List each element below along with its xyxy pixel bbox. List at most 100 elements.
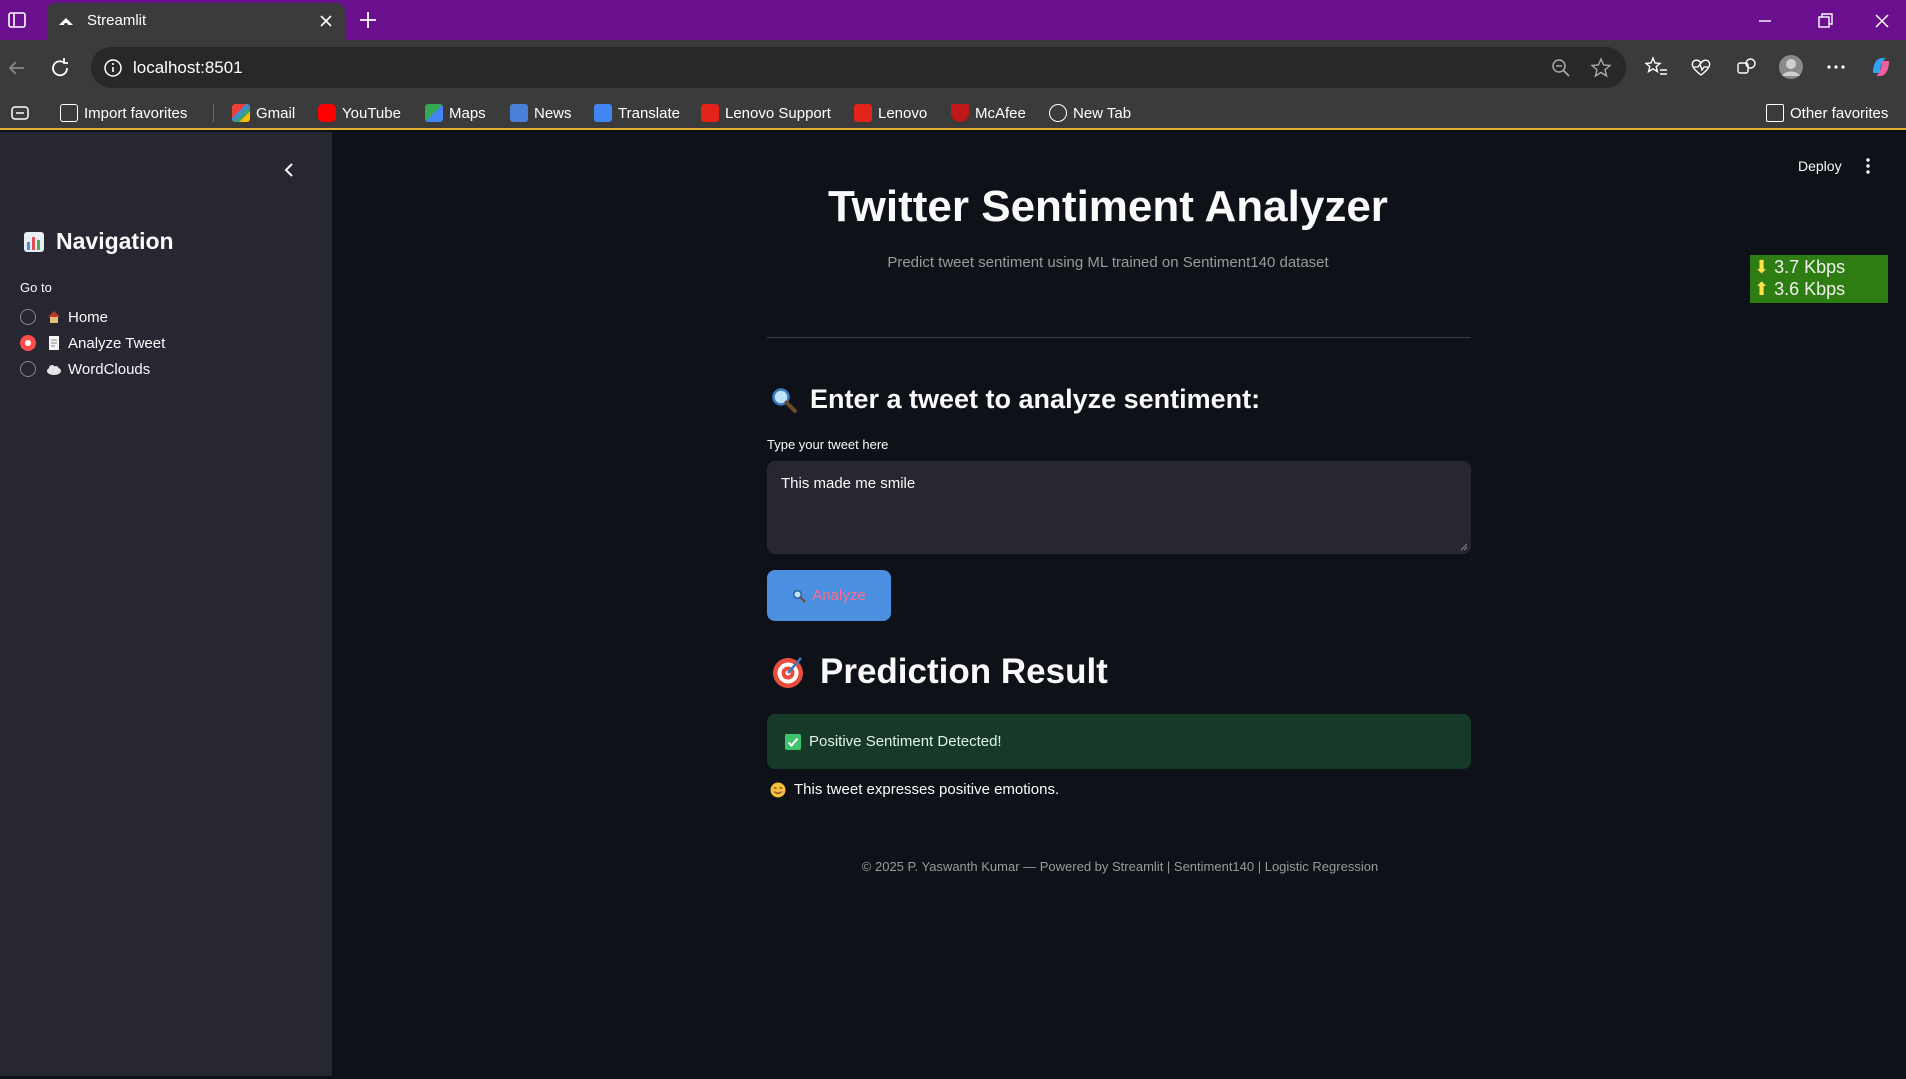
sidebar-title: Navigation: [22, 228, 174, 255]
import-icon: [60, 104, 78, 122]
bookmark-label: New Tab: [1073, 104, 1132, 122]
folder-icon: [1766, 104, 1784, 122]
success-alert: Positive Sentiment Detected!: [767, 714, 1471, 769]
memo-icon: [49, 336, 59, 350]
divider: [767, 337, 1471, 338]
url-text[interactable]: localhost:8501: [133, 58, 243, 78]
footer: © 2025 P. Yaswanth Kumar — Powered by St…: [861, 859, 1379, 874]
bookmark-lenovo[interactable]: Lenovo: [854, 101, 927, 125]
favorites-icon[interactable]: [1642, 53, 1670, 81]
streamlit-page: Navigation Go to Home Analyze Tweet Word…: [0, 132, 1906, 1079]
upload-speed: ⬆ 3.6 Kbps: [1754, 278, 1884, 300]
youtube-icon: [318, 104, 336, 122]
radio-label: WordClouds: [68, 360, 151, 378]
network-speed-meter: ⬇ 3.7 Kbps ⬆ 3.6 Kbps: [1750, 255, 1888, 303]
cloud-icon: [47, 365, 61, 375]
maps-icon: [425, 104, 443, 122]
input-heading-text: Enter a tweet to analyze sentiment:: [810, 384, 1261, 414]
tweet-textarea-value[interactable]: This made me smile: [781, 475, 915, 492]
page-title: Twitter Sentiment Analyzer: [828, 182, 1388, 231]
radio-group-label: Go to: [20, 280, 52, 295]
tweet-textarea[interactable]: This made me smile: [767, 461, 1471, 554]
radio-option-home[interactable]: Home: [20, 306, 108, 328]
input-heading: Enter a tweet to analyze sentiment:: [770, 384, 1260, 415]
reload-icon[interactable]: [47, 55, 73, 81]
mcafee-icon: [951, 104, 969, 122]
globe-icon: [1049, 104, 1067, 122]
bookmark-youtube[interactable]: YouTube: [318, 101, 401, 125]
analyze-button-label: Analyze: [812, 587, 866, 604]
zoom-out-icon[interactable]: [1549, 56, 1573, 80]
bar-chart-icon: [24, 231, 44, 252]
result-info: This tweet expresses positive emotions.: [770, 781, 1059, 798]
sidebar-title-text: Navigation: [56, 228, 174, 254]
radio-button[interactable]: [20, 309, 36, 325]
radio-label: Home: [68, 308, 109, 326]
gmail-icon: [232, 104, 250, 122]
bookmark-gmail[interactable]: Gmail: [232, 101, 295, 125]
reading-view-icon[interactable]: [10, 101, 30, 125]
close-tab-icon[interactable]: [317, 12, 335, 30]
close-window-icon[interactable]: [1871, 10, 1893, 32]
magnifier-icon: [793, 589, 807, 603]
bookmark-label: McAfee: [975, 104, 1026, 122]
site-info-icon[interactable]: [101, 56, 125, 80]
bookmark-label: Other favorites: [1790, 104, 1889, 122]
radio-button[interactable]: [20, 361, 36, 377]
smiling-face-icon: [770, 782, 786, 797]
browser-tab[interactable]: Streamlit: [47, 3, 345, 40]
news-icon: [510, 104, 528, 122]
radio-option-analyze-tweet[interactable]: Analyze Tweet: [20, 332, 165, 354]
radio-button[interactable]: [20, 335, 36, 351]
profile-avatar-icon[interactable]: [1777, 53, 1805, 81]
resize-handle-icon[interactable]: [1460, 543, 1468, 551]
bookmark-news[interactable]: News: [510, 101, 572, 125]
favorite-star-icon[interactable]: [1589, 56, 1613, 80]
copilot-icon[interactable]: [1867, 53, 1895, 81]
house-icon: [48, 311, 60, 323]
browser-titlebar: Streamlit: [0, 0, 1906, 40]
upload-speed-value: 3.6 Kbps: [1774, 279, 1846, 299]
bookmark-mcafee[interactable]: McAfee: [951, 101, 1026, 125]
bookmark-label: YouTube: [342, 104, 401, 122]
page-subtitle: Predict tweet sentiment using ML trained…: [887, 254, 1329, 271]
deploy-button[interactable]: Deploy: [1798, 158, 1842, 174]
back-icon[interactable]: [4, 55, 30, 81]
bookmark-translate[interactable]: Translate: [594, 101, 680, 125]
bookmark-new-tab[interactable]: New Tab: [1049, 101, 1131, 125]
radio-option-wordclouds[interactable]: WordClouds: [20, 358, 150, 380]
sidebar-toggle-icon[interactable]: [6, 9, 28, 31]
bookmark-label: Lenovo Support: [725, 104, 831, 122]
download-speed-value: 3.7 Kbps: [1774, 257, 1846, 277]
bookmark-label: News: [534, 104, 572, 122]
bookmark-label: Import favorites: [84, 104, 188, 122]
bookmark-lenovo-support[interactable]: Lenovo Support: [701, 101, 831, 125]
radio-label: Analyze Tweet: [68, 334, 166, 352]
minimize-icon[interactable]: [1754, 10, 1776, 32]
check-mark-icon: [785, 733, 801, 750]
more-menu-icon[interactable]: [1822, 53, 1850, 81]
restore-icon[interactable]: [1814, 10, 1836, 32]
target-icon: [773, 657, 803, 688]
main-menu-icon[interactable]: [1858, 156, 1878, 176]
result-info-text: This tweet expresses positive emotions.: [794, 781, 1060, 798]
download-speed: ⬇ 3.7 Kbps: [1754, 256, 1884, 278]
tab-title: Streamlit: [87, 12, 147, 29]
analyze-button[interactable]: Analyze: [767, 570, 891, 621]
lenovo-icon: [701, 104, 719, 122]
collapse-sidebar-icon[interactable]: [280, 160, 300, 180]
up-arrow-icon: ⬆: [1754, 279, 1770, 299]
bookmark-label: Translate: [618, 104, 680, 122]
result-heading-text: Prediction Result: [820, 652, 1108, 691]
streamlit-favicon-icon: [59, 18, 73, 27]
new-tab-icon[interactable]: [356, 8, 380, 32]
bookmark-maps[interactable]: Maps: [425, 101, 486, 125]
bookmark-import-favorites[interactable]: Import favorites: [60, 101, 187, 125]
address-bar[interactable]: localhost:8501: [91, 47, 1626, 88]
bookmark-label: Maps: [449, 104, 486, 122]
browser-navbar: localhost:8501: [0, 40, 1906, 96]
bookmark-other-favorites[interactable]: Other favorites: [1766, 101, 1888, 125]
health-icon[interactable]: [1687, 53, 1715, 81]
collections-icon[interactable]: [1732, 53, 1760, 81]
bookmarks-bar: Import favorites Gmail YouTube Maps News…: [0, 96, 1906, 130]
